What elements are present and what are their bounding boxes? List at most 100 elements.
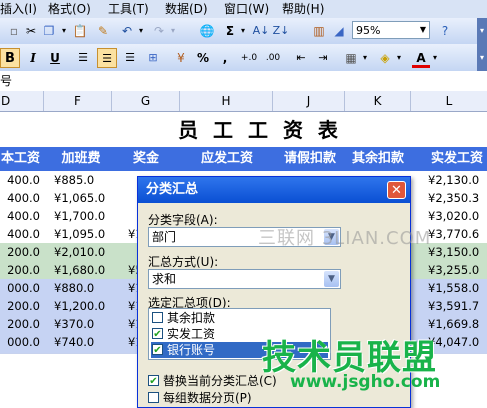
menu-format[interactable]: 格式(O) (48, 1, 91, 17)
formula-bar[interactable]: 号 (0, 71, 487, 92)
hyperlink-icon[interactable]: 🌐 (198, 21, 216, 41)
cell-base-salary[interactable]: 400.0 (0, 225, 40, 243)
percent-icon[interactable]: % (194, 48, 212, 68)
toolbar-options-icon[interactable]: ▾ (477, 18, 487, 44)
item-checkbox[interactable]: ✔ (152, 328, 163, 340)
column-header-g[interactable]: G (112, 91, 180, 111)
cell-base-salary[interactable]: 400.0 (0, 171, 40, 189)
cell-net-pay[interactable]: ¥3,770.6 (428, 225, 479, 243)
cell-base-salary[interactable]: 200.0 (0, 297, 40, 315)
undo-dropdown-icon[interactable]: ▾ (136, 21, 146, 41)
sort-ascending-icon[interactable]: A↓ (252, 21, 270, 41)
cell-net-pay[interactable]: ¥3,591.7 (428, 297, 479, 315)
increase-decimal-icon[interactable]: +.0 (238, 48, 260, 68)
borders-dropdown-icon[interactable]: ▾ (360, 48, 370, 68)
column-header-l[interactable]: L (411, 91, 487, 111)
group-field-label: 分类字段(A): (148, 213, 218, 227)
column-header-j[interactable]: J (273, 91, 345, 111)
column-header-f[interactable]: F (44, 91, 112, 111)
help-icon[interactable]: ? (436, 21, 454, 41)
font-color-dropdown-icon[interactable]: ▾ (430, 48, 440, 68)
borders-icon[interactable]: ▦ (342, 48, 360, 68)
menu-help[interactable]: 帮助(H) (282, 1, 324, 17)
currency-icon[interactable]: ¥ (172, 48, 190, 68)
cell-overtime[interactable]: ¥1,095.0 (54, 225, 105, 243)
undo-icon[interactable]: ↶ (118, 21, 136, 41)
decrease-indent-icon[interactable]: ⇤ (292, 48, 310, 68)
align-center-icon[interactable]: ☰ (97, 48, 117, 68)
chart-wizard-icon[interactable]: ▥ (310, 21, 328, 41)
cell-overtime[interactable]: ¥880.0 (54, 279, 94, 297)
redo-dropdown-icon[interactable]: ▾ (168, 21, 178, 41)
toolbar-options-icon-2[interactable]: ▾ (477, 44, 487, 71)
cell-net-pay[interactable]: ¥2,130.0 (428, 171, 479, 189)
function-select[interactable]: 求和 ▼ (148, 269, 341, 289)
cell-base-salary[interactable]: 400.0 (0, 207, 40, 225)
menu-window[interactable]: 窗口(W) (224, 1, 269, 17)
cell-overtime[interactable]: ¥740.0 (54, 333, 94, 351)
cell-net-pay[interactable]: ¥3,150.0 (428, 243, 479, 261)
save-icon[interactable]: ▫ (6, 21, 22, 41)
cell-overtime[interactable]: ¥370.0 (54, 315, 94, 333)
cell-overtime[interactable]: ¥1,065.0 (54, 189, 105, 207)
italic-button[interactable]: I (24, 48, 42, 68)
cell-overtime[interactable]: ¥2,010.0 (54, 243, 105, 261)
autosum-icon[interactable]: Σ (222, 21, 238, 41)
cell-base-salary[interactable]: 200.0 (0, 261, 40, 279)
list-item[interactable]: 其余扣款 (151, 310, 328, 326)
increase-indent-icon[interactable]: ⇥ (314, 48, 332, 68)
header-other-deduction: 其余扣款 (351, 151, 404, 166)
cell-net-pay[interactable]: ¥2,350.3 (428, 189, 479, 207)
format-painter-icon[interactable]: ✎ (94, 21, 112, 41)
menu-tools[interactable]: 工具(T) (108, 1, 149, 17)
copy-dropdown-icon[interactable]: ▾ (58, 21, 70, 41)
name-box[interactable]: 号 (0, 71, 12, 91)
zoom-select[interactable]: 95% ▼ (352, 21, 430, 39)
header-leave-deduction: 请假扣款 (283, 151, 336, 166)
bold-button[interactable]: B (0, 48, 20, 68)
cell-net-pay[interactable]: ¥1,558.0 (428, 279, 479, 297)
drawing-icon[interactable]: ◢ (330, 21, 348, 41)
cell-overtime[interactable]: ¥1,200.0 (54, 297, 105, 315)
column-header-h[interactable]: H (180, 91, 273, 111)
font-color-icon[interactable]: A (412, 48, 430, 68)
merge-center-icon[interactable]: ⊞ (144, 48, 162, 68)
cell-overtime[interactable]: ¥885.0 (54, 171, 94, 189)
menu-insert[interactable]: 插入(I) (0, 1, 37, 17)
cell-overtime[interactable]: ¥1,700.0 (54, 207, 105, 225)
item-checkbox[interactable]: ✔ (152, 344, 163, 356)
cell-base-salary[interactable]: 400.0 (0, 189, 40, 207)
cell-base-salary[interactable]: 200.0 (0, 243, 40, 261)
cell-net-pay[interactable]: ¥3,020.0 (428, 207, 479, 225)
column-header-d[interactable]: D (0, 91, 44, 111)
replace-subtotals-checkbox[interactable]: ✔ (148, 375, 159, 387)
decrease-decimal-icon[interactable]: .00 (262, 48, 284, 68)
align-left-icon[interactable]: ☰ (74, 48, 92, 68)
cell-overtime[interactable]: ¥1,680.0 (54, 261, 105, 279)
cut-icon[interactable]: ✂ (22, 21, 40, 41)
close-button[interactable]: ✕ (387, 181, 406, 199)
cell-net-pay[interactable]: ¥3,255.0 (428, 261, 479, 279)
cell-base-salary[interactable]: 000.0 (0, 279, 40, 297)
watermark-jsgho-url: www.jsgho.com (290, 372, 441, 392)
redo-icon[interactable]: ↷ (150, 21, 168, 41)
align-right-icon[interactable]: ☰ (121, 48, 139, 68)
item-checkbox[interactable] (152, 312, 163, 323)
paste-icon[interactable]: 📋 (71, 21, 89, 41)
comma-icon[interactable]: , (218, 48, 232, 68)
cell-base-salary[interactable]: 200.0 (0, 315, 40, 333)
column-header-k[interactable]: K (345, 91, 411, 111)
function-value: 求和 (152, 272, 177, 286)
autosum-dropdown-icon[interactable]: ▾ (238, 21, 248, 41)
sort-descending-icon[interactable]: Z↓ (272, 21, 290, 41)
fill-color-dropdown-icon[interactable]: ▾ (394, 48, 404, 68)
menu-data[interactable]: 数据(D) (165, 1, 208, 17)
cell-base-salary[interactable]: 000.0 (0, 333, 40, 351)
item-label: 银行账号 (167, 343, 216, 357)
page-break-checkbox[interactable] (148, 392, 159, 403)
copy-icon[interactable]: ❐ (40, 21, 58, 41)
sheet-title: 员 工 工 资 表 (178, 118, 342, 142)
menu-bar: 插入(I) 格式(O) 工具(T) 数据(D) 窗口(W) 帮助(H) (0, 0, 487, 19)
fill-color-icon[interactable]: ◈ (376, 48, 394, 68)
underline-button[interactable]: U (46, 48, 64, 68)
